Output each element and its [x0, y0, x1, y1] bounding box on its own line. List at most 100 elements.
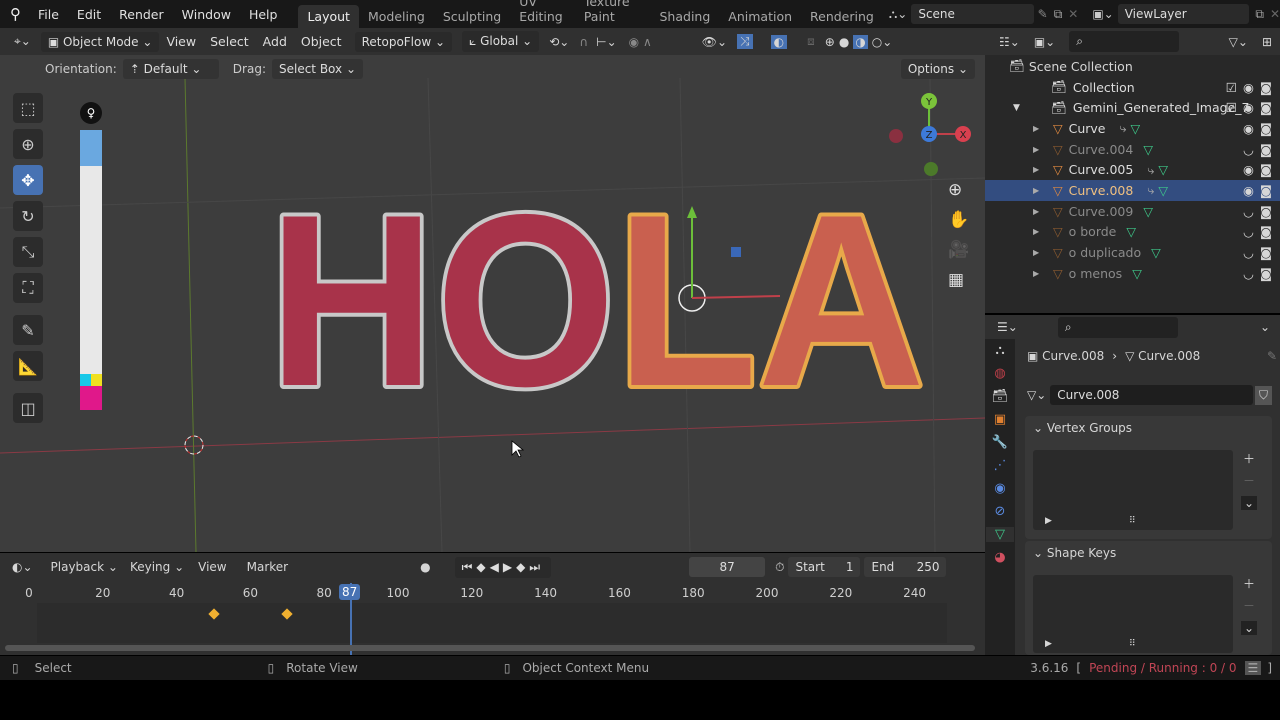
- editor-type-icon[interactable]: ⌖⌄: [0, 34, 37, 49]
- expand-arrow-icon[interactable]: ▶: [1033, 227, 1039, 236]
- new-view-layer-icon[interactable]: ⧉: [1255, 7, 1264, 22]
- expand-arrow-icon[interactable]: ▶: [1033, 165, 1039, 174]
- camera-render-icon[interactable]: ◙: [1260, 183, 1272, 198]
- vertex-groups-list[interactable]: ▶ ⠿: [1033, 450, 1233, 530]
- annotate-tool-icon[interactable]: ✎: [13, 315, 43, 345]
- tab-animation[interactable]: Animation: [719, 5, 801, 28]
- menu-edit[interactable]: Edit: [68, 7, 110, 22]
- add-shape-key-button[interactable]: ＋: [1243, 575, 1255, 592]
- tab-world-icon[interactable]: ◍: [994, 366, 1005, 381]
- ortho-grid-icon[interactable]: ▦: [948, 270, 969, 290]
- xray-icon[interactable]: ⧈: [807, 34, 815, 49]
- gizmo-toggle-icon[interactable]: ⤨: [737, 34, 753, 49]
- outliner-row[interactable]: ▶ ▽ o borde ▽ ◡ ◙: [985, 222, 1280, 243]
- tab-data-icon[interactable]: ▽: [986, 527, 1014, 542]
- menu-help[interactable]: Help: [240, 7, 287, 22]
- hola-3d-text[interactable]: HOLA: [264, 159, 929, 441]
- expand-arrow-icon[interactable]: ▶: [1033, 145, 1039, 154]
- tab-scene-icon[interactable]: ⛬: [995, 343, 1004, 358]
- exclude-checkbox[interactable]: ☑: [1226, 80, 1237, 95]
- camera-render-icon[interactable]: ◙: [1260, 204, 1272, 219]
- overlay-toggle-icon[interactable]: ◐: [770, 34, 788, 49]
- transform-tool-icon[interactable]: ⛶: [13, 273, 43, 303]
- shape-keys-list[interactable]: ▶ ⠿: [1033, 575, 1233, 653]
- transform-orientation-dropdown[interactable]: ⟀ Global ⌄: [462, 31, 540, 52]
- expand-arrow-icon[interactable]: ▶: [1033, 248, 1039, 257]
- shape-keys-header[interactable]: ⌄ Shape Keys: [1025, 541, 1272, 565]
- outliner-row[interactable]: ▶ ▽ Curve.005 ⤷ ▽ ◉ ◙: [985, 159, 1280, 180]
- tab-sculpting[interactable]: Sculpting: [434, 5, 510, 28]
- filter-icon[interactable]: ▽⌄: [1229, 35, 1248, 49]
- data-browse-icon[interactable]: ▽⌄: [1027, 388, 1046, 402]
- expand-arrow-icon[interactable]: ▶: [1033, 186, 1039, 195]
- view-layer-icon[interactable]: ▣⌄: [1092, 7, 1113, 21]
- expand-arrow-icon[interactable]: ▶: [1033, 207, 1039, 216]
- eye-icon[interactable]: ◉: [1243, 183, 1254, 198]
- 3d-viewport[interactable]: HOLA Y X Z ⬚ ⊕ ✥ ↻ ⤡ ⛶ ✎ 📐 ◫ ♀ ⊕ ✋ 🎥 ▦: [0, 28, 985, 552]
- properties-options-icon[interactable]: ⌄: [1260, 320, 1270, 334]
- options-dropdown[interactable]: Options ⌄: [900, 58, 975, 79]
- view-layer-field[interactable]: ViewLayer: [1117, 4, 1250, 24]
- outliner-search-input[interactable]: ⌕: [1069, 31, 1180, 52]
- expand-arrow-icon[interactable]: ▶: [1033, 269, 1039, 278]
- fake-user-icon[interactable]: ⛉: [1254, 385, 1272, 405]
- remove-vertex-group-button[interactable]: －: [1243, 472, 1255, 489]
- eye-closed-icon[interactable]: ◡: [1243, 245, 1254, 260]
- tab-material-icon[interactable]: ◕: [994, 550, 1005, 565]
- pin-icon[interactable]: ✎: [1267, 349, 1277, 363]
- eye-icon[interactable]: ◉: [1243, 121, 1254, 136]
- modifier-icon[interactable]: ⤷: [1147, 182, 1154, 198]
- outliner-row[interactable]: ▼ 🗃 Gemini_Generated_Image_7 ☑ ◉ ◙: [985, 97, 1280, 118]
- expand-arrow-icon[interactable]: ▶: [1033, 124, 1039, 133]
- tab-modeling[interactable]: Modeling: [359, 5, 434, 28]
- expand-arrow-icon[interactable]: ▼: [1013, 103, 1020, 113]
- tab-object-icon[interactable]: ▣: [994, 412, 1006, 427]
- eye-closed-icon[interactable]: ◡: [1243, 266, 1254, 281]
- properties-editor-type-icon[interactable]: ☰⌄: [997, 320, 1018, 334]
- move-tool-icon[interactable]: ✥: [13, 165, 43, 195]
- menu-add[interactable]: Add: [256, 32, 294, 51]
- camera-render-icon[interactable]: ◙: [1260, 80, 1272, 95]
- zoom-icon[interactable]: ⊕: [948, 180, 969, 200]
- data-name-field[interactable]: Curve.008: [1050, 385, 1253, 405]
- tab-layout[interactable]: Layout: [298, 5, 359, 28]
- exclude-checkbox[interactable]: ☑: [1226, 100, 1237, 115]
- curve-data-icon[interactable]: ▽: [1143, 204, 1153, 219]
- remove-shape-key-button[interactable]: －: [1243, 597, 1255, 614]
- tab-uv-editing[interactable]: UV Editing: [510, 0, 575, 28]
- rotate-tool-icon[interactable]: ↻: [13, 201, 43, 231]
- camera-render-icon[interactable]: ◙: [1260, 245, 1272, 260]
- curve-data-icon[interactable]: ▽: [1151, 245, 1161, 260]
- tab-modifier-icon[interactable]: 🔧: [992, 435, 1008, 450]
- timeline-scrollbar[interactable]: [5, 645, 975, 651]
- tab-shading[interactable]: Shading: [651, 5, 720, 28]
- measure-tool-icon[interactable]: 📐: [13, 351, 43, 381]
- camera-render-icon[interactable]: ◙: [1260, 142, 1272, 157]
- menu-select[interactable]: Select: [203, 32, 256, 51]
- tab-constraints-icon[interactable]: ⊘: [995, 504, 1006, 519]
- outliner-row[interactable]: ▶ ▽ Curve.004 ▽ ◡ ◙: [985, 139, 1280, 160]
- eye-icon[interactable]: ◉: [1243, 100, 1254, 115]
- drag-dropdown[interactable]: Select Box ⌄: [271, 58, 363, 79]
- tab-particles-icon[interactable]: ⋰: [994, 458, 1007, 473]
- curve-data-icon[interactable]: ▽: [1131, 121, 1141, 136]
- camera-view-icon[interactable]: 🎥: [948, 240, 969, 260]
- camera-render-icon[interactable]: ◙: [1260, 100, 1272, 115]
- pivot-icon[interactable]: ⟲⌄: [549, 35, 569, 49]
- add-vertex-group-button[interactable]: ＋: [1243, 450, 1255, 467]
- shading-wireframe-icon[interactable]: ⊕: [825, 35, 835, 49]
- snap-target-icon[interactable]: ⊢⌄: [596, 35, 617, 49]
- eye-icon[interactable]: ◉: [1243, 162, 1254, 177]
- camera-render-icon[interactable]: ◙: [1260, 162, 1272, 177]
- menu-file[interactable]: File: [29, 7, 68, 22]
- console-icon[interactable]: ☰: [1244, 661, 1262, 675]
- blender-logo-icon[interactable]: ⚲: [0, 5, 29, 23]
- scale-tool-icon[interactable]: ⤡: [13, 237, 43, 267]
- menu-window[interactable]: Window: [173, 7, 240, 22]
- retopoflow-menu[interactable]: RetopoFlow ⌄: [354, 31, 453, 52]
- curve-data-icon[interactable]: ▽: [1143, 142, 1153, 157]
- tab-texture-paint[interactable]: Texture Paint: [575, 0, 651, 28]
- tab-collection-icon[interactable]: 🗃: [992, 389, 1009, 404]
- tab-physics-icon[interactable]: ◉: [994, 481, 1005, 496]
- dopesheet-summary[interactable]: [37, 603, 947, 643]
